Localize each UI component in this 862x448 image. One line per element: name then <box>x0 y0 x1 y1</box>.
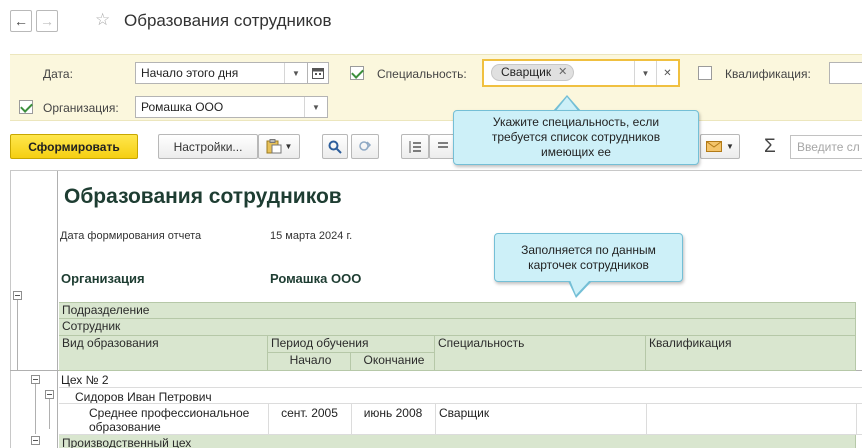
forward-button[interactable]: → <box>36 10 58 32</box>
specialty-chip[interactable]: Сварщик ✕ <box>491 64 575 81</box>
qualification-label: Квалификация: <box>725 67 811 81</box>
search-icon <box>328 140 342 154</box>
report-org-value: Ромашка ООО <box>270 271 362 286</box>
organization-label: Организация: <box>43 101 119 115</box>
find-next-button[interactable] <box>351 134 379 159</box>
cell-specialty[interactable]: Сварщик <box>439 406 489 420</box>
list-icon <box>438 141 448 148</box>
collapse-icon[interactable] <box>13 291 22 300</box>
header-employee: Сотрудник <box>59 319 856 336</box>
dropdown-arrow-icon[interactable]: ▼ <box>304 97 327 117</box>
calendar-icon <box>312 68 324 79</box>
qualification-checkbox[interactable] <box>698 66 712 80</box>
col-divider <box>351 403 352 435</box>
dropdown-arrow-icon: ▼ <box>284 142 293 151</box>
arrow-right-icon: → <box>40 13 54 29</box>
calendar-button[interactable] <box>307 62 329 84</box>
callout-tail <box>570 280 590 295</box>
settings-button[interactable]: Настройки... <box>158 134 258 159</box>
arrow-left-icon: ← <box>14 13 28 29</box>
sum-icon[interactable]: Σ <box>764 136 776 158</box>
collapse-icon[interactable] <box>31 375 40 384</box>
header-start: Начало <box>268 353 351 371</box>
clear-icon[interactable]: ✕ <box>656 61 678 85</box>
envelope-icon <box>706 141 723 152</box>
cell-end[interactable]: июнь 2008 <box>351 406 435 420</box>
outline-line <box>35 384 36 434</box>
header-specialty: Специальность <box>435 336 646 371</box>
send-email-button[interactable]: ▼ <box>700 134 740 159</box>
clipboard-icon <box>266 139 282 154</box>
find-button[interactable] <box>322 134 348 159</box>
dropdown-arrow-icon[interactable]: ▼ <box>284 63 307 83</box>
specialty-hint-callout: Укажите специальность, если требуется сп… <box>453 110 699 165</box>
report-org-label: Организация <box>61 271 145 286</box>
generate-button[interactable]: Сформировать <box>10 134 138 159</box>
col-divider <box>268 403 269 435</box>
list-tree-icon <box>409 140 421 153</box>
row-department[interactable]: Цех № 2 <box>61 373 109 387</box>
search-next-icon <box>359 140 372 151</box>
variants-button[interactable]: ▼ <box>258 134 300 159</box>
header-qualification: Квалификация <box>646 336 856 371</box>
chip-remove-icon[interactable]: ✕ <box>558 65 567 80</box>
outline-line <box>49 399 50 429</box>
organization-field[interactable]: Ромашка ООО ▼ <box>135 96 328 118</box>
report-date-label: Дата формирования отчета <box>60 230 202 242</box>
date-label: Дата: <box>43 67 73 81</box>
report-title: Образования сотрудников <box>64 185 342 208</box>
specialty-label: Специальность: <box>377 67 467 81</box>
specialty-checkbox[interactable] <box>350 66 364 80</box>
row-divider <box>59 387 862 388</box>
specialty-field[interactable]: Сварщик ✕ ▼ ✕ <box>482 59 680 87</box>
outline-button[interactable] <box>401 134 429 159</box>
col-divider <box>646 403 647 435</box>
header-edu-type: Вид образования <box>59 336 268 371</box>
data-hint-callout: Заполняется по данным карточек сотрудник… <box>494 233 683 282</box>
report-date-value: 15 марта 2024 г. <box>270 230 353 242</box>
date-field[interactable]: Начало этого дня ▼ <box>135 62 308 84</box>
expand-button[interactable] <box>429 134 455 159</box>
collapse-icon[interactable] <box>45 390 54 399</box>
organization-checkbox[interactable] <box>19 100 33 114</box>
gutter-divider <box>57 171 58 448</box>
cell-start[interactable]: сент. 2005 <box>268 406 351 420</box>
cell-edu-type[interactable]: Среднее профессиональное образование <box>89 406 249 434</box>
header-period: Период обучения <box>268 336 435 353</box>
collapse-icon[interactable] <box>31 436 40 445</box>
header-end: Окончание <box>351 353 435 371</box>
col-divider <box>435 403 436 435</box>
col-divider <box>856 403 857 435</box>
dropdown-arrow-icon[interactable]: ▼ <box>634 61 656 85</box>
search-input[interactable]: Введите сл <box>790 135 862 159</box>
row-divider <box>59 403 862 404</box>
row-employee[interactable]: Сидоров Иван Петрович <box>75 390 212 404</box>
row-department[interactable]: Производственный цех <box>59 435 856 448</box>
favorite-star-icon[interactable]: ☆ <box>95 9 110 31</box>
back-button[interactable]: ← <box>10 10 32 32</box>
page-title: Образования сотрудников <box>124 11 332 30</box>
outline-line <box>17 300 18 370</box>
dropdown-arrow-icon: ▼ <box>726 142 734 151</box>
qualification-field[interactable] <box>829 62 862 84</box>
header-department: Подразделение <box>59 302 856 319</box>
